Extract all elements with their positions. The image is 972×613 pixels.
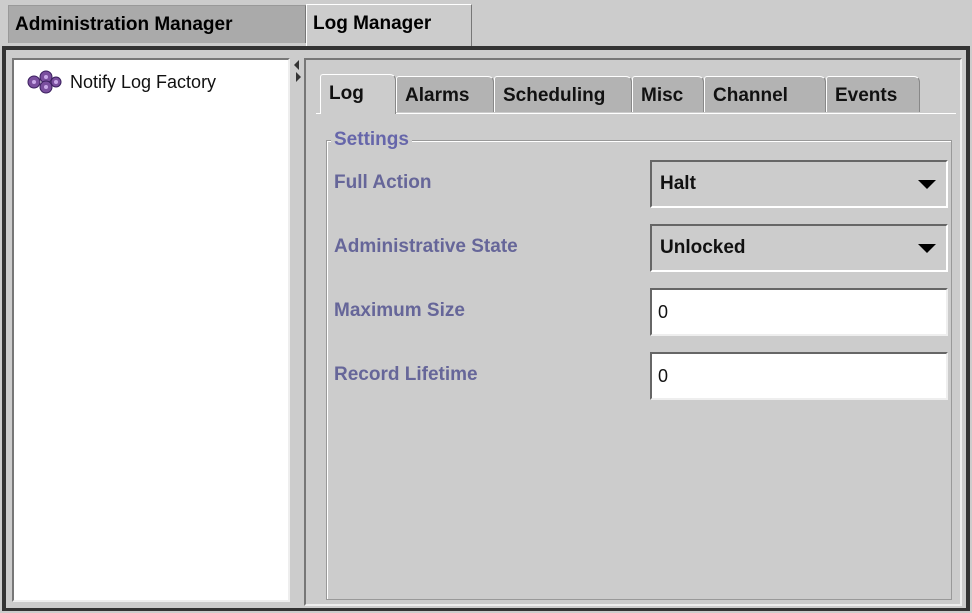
- tab-events[interactable]: Events: [826, 76, 920, 112]
- tree-pane: Notify Log Factory: [12, 58, 290, 602]
- admin-state-value: Unlocked: [660, 237, 746, 258]
- full-action-label: Full Action: [334, 172, 432, 193]
- chevron-down-icon[interactable]: [918, 244, 936, 253]
- top-tab-bar: Administration Manager Log Manager: [0, 0, 972, 46]
- full-action-value: Halt: [660, 173, 696, 194]
- tab-misc[interactable]: Misc: [632, 76, 704, 112]
- main-panel: Notify Log Factory Alarms Scheduling Mis…: [2, 46, 970, 611]
- admin-state-label: Administrative State: [334, 236, 518, 257]
- log-properties-pane: Alarms Scheduling Misc Channel Events Lo…: [304, 58, 962, 606]
- tab-alarms[interactable]: Alarms: [396, 76, 494, 112]
- tab-log-manager[interactable]: Log Manager: [306, 4, 472, 46]
- full-action-select[interactable]: Halt: [650, 160, 948, 208]
- cog-icon: [27, 70, 62, 94]
- tab-channel[interactable]: Channel: [704, 76, 826, 112]
- settings-legend: Settings: [331, 129, 412, 151]
- tab-scheduling[interactable]: Scheduling: [494, 76, 632, 112]
- record-lifetime-input[interactable]: 0: [650, 352, 948, 400]
- chevron-down-icon[interactable]: [918, 180, 936, 189]
- record-lifetime-label: Record Lifetime: [334, 364, 478, 385]
- max-size-value: 0: [658, 302, 669, 322]
- admin-state-select[interactable]: Unlocked: [650, 224, 948, 272]
- max-size-label: Maximum Size: [334, 300, 465, 321]
- tree-item-notify-log-factory[interactable]: Notify Log Factory: [24, 68, 216, 96]
- tab-administration-manager[interactable]: Administration Manager: [8, 5, 306, 43]
- max-size-input[interactable]: 0: [650, 288, 948, 336]
- expand-right-icon[interactable]: [296, 72, 301, 82]
- split-pane-divider[interactable]: [293, 56, 303, 604]
- tab-log[interactable]: Log: [320, 74, 396, 114]
- tree-item-label: Notify Log Factory: [70, 71, 217, 92]
- record-lifetime-value: 0: [658, 366, 669, 386]
- collapse-left-icon[interactable]: [294, 60, 299, 70]
- tab-separator: [316, 113, 956, 114]
